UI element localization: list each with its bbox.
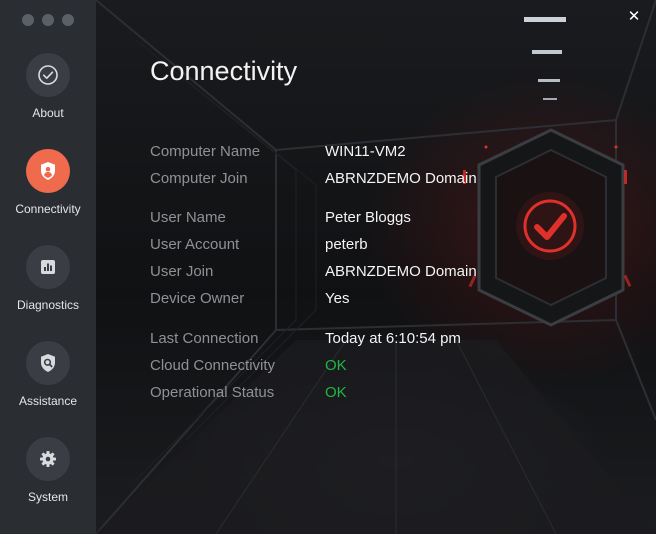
gear-icon (26, 437, 70, 481)
app-window: About Connectivity Diagnostics Assistanc… (0, 0, 656, 534)
sidebar-item-diagnostics[interactable]: Diagnostics (0, 245, 96, 312)
window-dot-close[interactable] (22, 14, 34, 26)
window-dot-minimize[interactable] (42, 14, 54, 26)
row-label: Operational Status (150, 384, 275, 401)
row-value: WIN11-VM2 (325, 143, 406, 160)
row-label: Computer Join (150, 170, 248, 187)
row-label: User Account (150, 236, 240, 253)
row-value: Yes (325, 290, 350, 307)
shield-user-icon (26, 149, 70, 193)
status-badge: OK (325, 384, 347, 401)
row-value: peterb (325, 236, 368, 253)
row-label: Device Owner (150, 290, 245, 307)
sidebar-item-label: System (27, 490, 68, 504)
sidebar-item-label: Connectivity (15, 202, 81, 216)
sidebar-item-label: Assistance (18, 394, 78, 408)
sidebar-item-connectivity[interactable]: Connectivity (0, 149, 96, 216)
window-dot-maximize[interactable] (62, 14, 74, 26)
sidebar-item-system[interactable]: System (0, 437, 96, 504)
info-row-user-account: User Account peterb (150, 236, 570, 256)
window-dots (22, 14, 74, 26)
info-row-device-owner: Device Owner Yes (150, 290, 570, 310)
info-row-operational-status: Operational Status OK (150, 384, 570, 404)
info-row-user-name: User Name Peter Bloggs (150, 209, 570, 229)
page-title: Connectivity (150, 56, 298, 86)
info-row-user-join: User Join ABRNZDEMO Domain (150, 263, 570, 283)
row-label: Computer Name (150, 143, 261, 160)
row-value: Today at 6:10:54 pm (325, 330, 461, 347)
status-badge: OK (325, 357, 347, 374)
sidebar-item-about[interactable]: About (0, 53, 96, 120)
info-row-computer-join: Computer Join ABRNZDEMO Domain (150, 170, 570, 190)
row-value: Peter Bloggs (325, 209, 411, 226)
sidebar-item-label: About (32, 106, 64, 120)
info-row-computer-name: Computer Name WIN11-VM2 (150, 143, 570, 163)
check-circle-icon (26, 53, 70, 97)
sidebar: About Connectivity Diagnostics Assistanc… (0, 0, 97, 534)
close-button[interactable]: ✕ (624, 6, 644, 26)
row-label: Cloud Connectivity (150, 357, 276, 374)
main-panel: ✕ Connectivity Computer Name WIN11-VM2 C… (96, 0, 656, 534)
info-row-last-connection: Last Connection Today at 6:10:54 pm (150, 330, 570, 350)
sidebar-item-label: Diagnostics (16, 298, 80, 312)
bar-chart-icon (26, 245, 70, 289)
row-value: ABRNZDEMO Domain (325, 170, 477, 187)
row-label: User Join (150, 263, 214, 280)
row-label: Last Connection (150, 330, 259, 347)
sidebar-item-assistance[interactable]: Assistance (0, 341, 96, 408)
shield-search-icon (26, 341, 70, 385)
row-label: User Name (150, 209, 226, 226)
row-value: ABRNZDEMO Domain (325, 263, 477, 280)
info-row-cloud-connectivity: Cloud Connectivity OK (150, 357, 570, 377)
